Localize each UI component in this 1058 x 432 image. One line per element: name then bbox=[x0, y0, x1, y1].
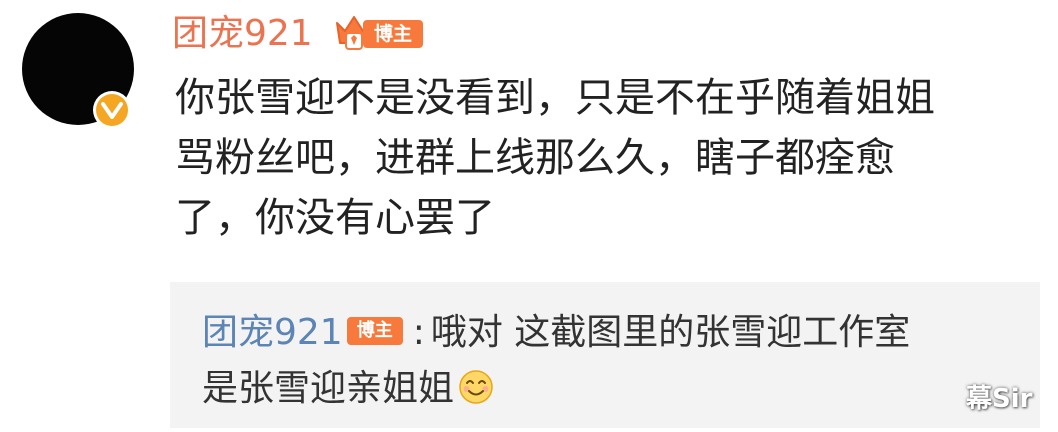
comment-text: 你张雪迎不是没看到，只是不在乎随着姐姐 骂粉丝吧，进群上线那么久，瞎子都痊愈 了… bbox=[175, 68, 1035, 248]
reply-text: 是张雪迎亲姐姐 bbox=[202, 368, 455, 409]
reply-line: 是张雪迎亲姐姐 bbox=[202, 364, 494, 414]
reply-blogger-badge: 博主 bbox=[346, 317, 403, 345]
verified-v-icon bbox=[96, 94, 128, 126]
comment-line: 骂粉丝吧，进群上线那么久，瞎子都痊愈 bbox=[175, 135, 895, 181]
watermark: 幕Sir bbox=[966, 384, 1033, 414]
smile-emoji-icon bbox=[459, 370, 493, 404]
reply-box[interactable]: 团宠921 博主: 哦对 这截图里的张雪迎工作室 是张雪迎亲姐姐 bbox=[170, 282, 1040, 428]
comment-line: 你张雪迎不是没看到，只是不在乎随着姐姐 bbox=[175, 75, 935, 121]
blogger-badge: 博主 bbox=[333, 11, 425, 53]
blogger-label: 博主 bbox=[363, 20, 423, 48]
comment-username[interactable]: 团宠921 bbox=[172, 10, 313, 58]
reply-text: 哦对 这截图里的张雪迎工作室 bbox=[430, 312, 911, 353]
reply-username[interactable]: 团宠921 bbox=[202, 312, 343, 353]
comment-screenshot: 团宠921 博主 你张雪迎不是没看到，只是不在乎随着姐姐 骂粉丝吧，进群上线那么… bbox=[0, 0, 1058, 432]
reply-separator: : bbox=[412, 312, 425, 353]
reply-line: 团宠921 博主: 哦对 这截图里的张雪迎工作室 bbox=[202, 308, 910, 358]
verified-badge bbox=[93, 91, 131, 129]
comment-line: 了，你没有心罢了 bbox=[175, 195, 495, 241]
